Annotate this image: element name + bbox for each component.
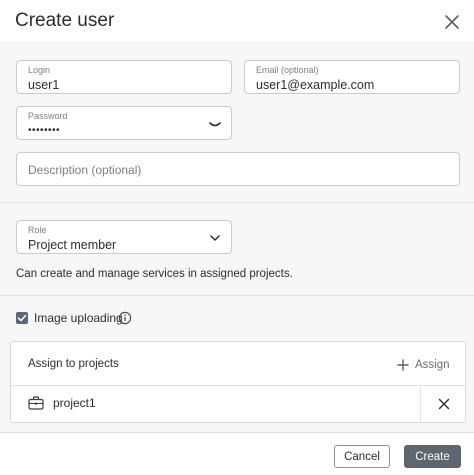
close-icon[interactable] [438, 398, 450, 410]
password-label: Password [28, 111, 68, 121]
section-divider [0, 295, 474, 296]
check-icon [17, 314, 27, 322]
role-value: Project member [28, 238, 117, 252]
login-label: Login [28, 65, 51, 75]
info-icon[interactable] [118, 311, 132, 325]
email-value: user1@example.com [256, 78, 375, 92]
plus-icon [397, 359, 409, 371]
email-field[interactable]: Email (optional) user1@example.com [244, 60, 460, 94]
section-divider [0, 202, 474, 203]
cancel-button[interactable]: Cancel [334, 445, 390, 468]
create-button[interactable]: Create [404, 445, 461, 468]
assign-projects-panel: Assign to projects Assign project1 [10, 341, 466, 423]
dialog-title: Create user [15, 10, 115, 31]
password-value: •••••••• [28, 125, 61, 136]
assign-label: Assign [415, 359, 450, 371]
login-field[interactable]: Login user1 [16, 60, 232, 94]
close-icon[interactable] [442, 12, 462, 32]
password-field[interactable]: Password •••••••• [16, 106, 232, 140]
project-name: project1 [53, 396, 96, 410]
description-field[interactable]: Description (optional) [16, 152, 460, 186]
image-uploading-label: Image uploading [34, 311, 123, 325]
role-select[interactable]: Role Project member [16, 220, 232, 254]
description-placeholder: Description (optional) [28, 163, 142, 177]
dialog-header: Create user [0, 0, 474, 42]
eye-closed-icon[interactable] [209, 121, 221, 129]
login-value: user1 [28, 78, 60, 92]
dialog-footer: Cancel Create [0, 432, 474, 475]
chevron-down-icon [210, 235, 220, 241]
assign-button[interactable]: Assign [397, 356, 450, 374]
briefcase-icon [28, 396, 44, 410]
role-description: Can create and manage services in assign… [16, 268, 293, 280]
role-label: Role [28, 225, 47, 235]
image-uploading-checkbox[interactable] [16, 312, 28, 324]
create-user-dialog: Create user Login user1 Email (optional)… [0, 0, 474, 475]
row-divider [420, 386, 421, 422]
assign-projects-title: Assign to projects [28, 358, 119, 370]
project-row: project1 [11, 386, 465, 422]
email-label: Email (optional) [256, 65, 319, 75]
